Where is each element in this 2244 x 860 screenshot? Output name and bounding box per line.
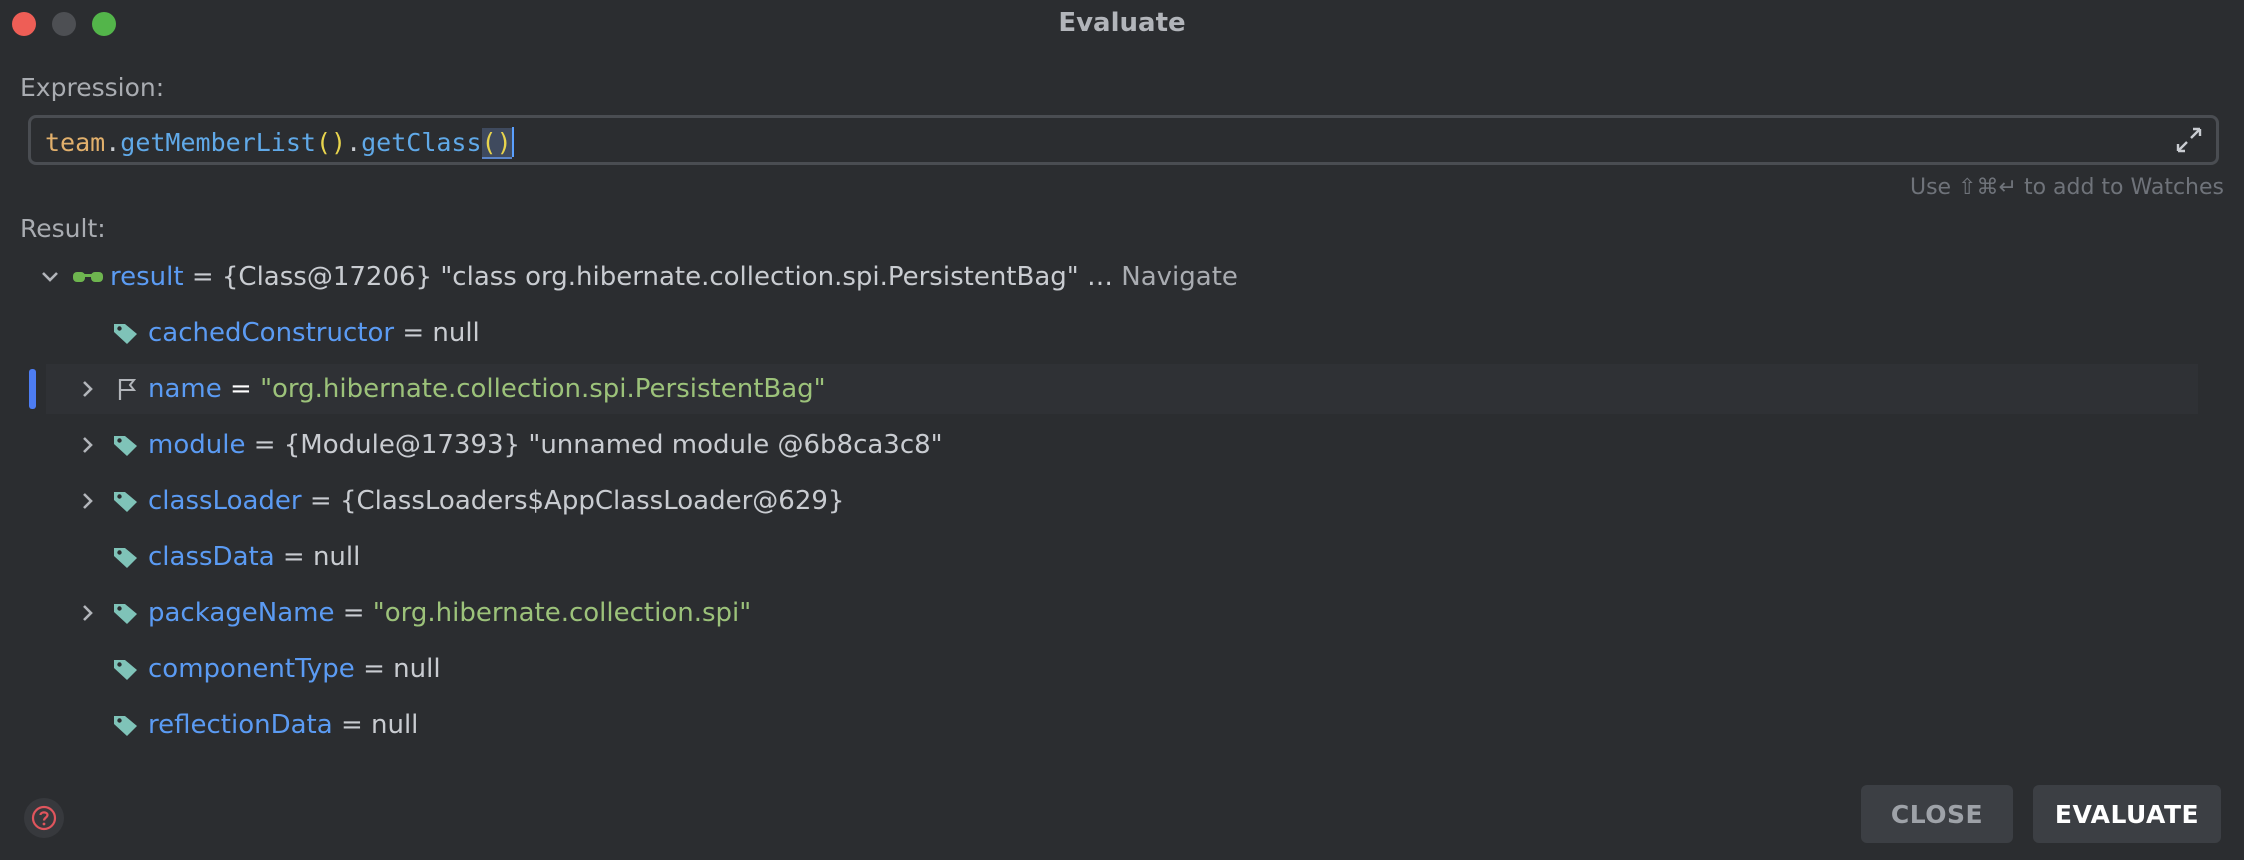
field-value: null (371, 710, 419, 740)
field-value: "org.hibernate.collection.spi" (372, 598, 752, 628)
tag-icon (114, 660, 137, 680)
flag-icon (118, 379, 137, 400)
equals-sign: = (363, 654, 385, 684)
tree-row-text: packageName = "org.hibernate.collection.… (148, 588, 751, 638)
evaluate-button[interactable]: EVALUATE (2033, 785, 2221, 843)
close-button[interactable]: CLOSE (1861, 785, 2013, 843)
equals-sign: = (253, 430, 276, 460)
expression-input[interactable]: team.getMemberList().getClass() (28, 115, 2219, 165)
equals-sign: = (340, 710, 363, 740)
tag-icon (114, 436, 137, 456)
field-value: "org.hibernate.collection.spi.Persistent… (260, 374, 826, 404)
tag-icon (114, 324, 137, 344)
tag-icon (114, 716, 137, 736)
expression-token-dot: . (346, 128, 362, 157)
field-name: name (148, 374, 222, 404)
expression-label: Expression: (20, 73, 165, 102)
equals-sign: = (402, 318, 425, 348)
add-to-watches-hint: Use ⇧⌘↵ to add to Watches (1909, 175, 2224, 200)
equals-sign: = (230, 374, 252, 404)
title-bar: Evaluate (0, 0, 2244, 46)
tree-row-reflectionData[interactable]: reflectionData = null (0, 700, 2200, 750)
tree-row-text: module = {Module@17393} "unnamed module … (148, 420, 943, 470)
field-value: null (393, 654, 441, 684)
field-name: componentType (148, 654, 355, 684)
tree-row-name[interactable]: name = "org.hibernate.collection.spi.Per… (46, 364, 2198, 414)
expression-token-parens-highlighted: () (481, 128, 512, 159)
chevron-right-icon[interactable] (76, 364, 100, 414)
field-name: reflectionData (148, 710, 333, 740)
field-name: module (148, 430, 246, 460)
expression-text[interactable]: team.getMemberList().getClass() (45, 127, 514, 159)
tree-row-result[interactable]: result = {Class@17206} "class org.hibern… (0, 252, 2200, 302)
help-button[interactable] (24, 798, 64, 838)
field-name: packageName (148, 598, 335, 628)
field-value: {Module@17393} "unnamed module @6b8ca3c8… (283, 430, 943, 460)
glasses-icon (73, 272, 103, 282)
tree-row-text: componentType = null (148, 644, 441, 694)
chevron-right-icon[interactable] (76, 420, 100, 470)
tree-row-module[interactable]: module = {Module@17393} "unnamed module … (0, 420, 2200, 470)
field-name: result (110, 262, 184, 292)
tree-row-text: name = "org.hibernate.collection.spi.Per… (148, 364, 826, 414)
expression-token-variable: team (45, 128, 106, 157)
expression-token-parens: () (315, 128, 347, 157)
window-title: Evaluate (1058, 8, 1186, 38)
expression-token-dot: . (105, 128, 121, 157)
chevron-right-icon[interactable] (76, 588, 100, 638)
tag-icon (114, 604, 137, 624)
tag-icon (114, 548, 137, 568)
tree-row-classData[interactable]: classData = null (0, 532, 2200, 582)
chevron-down-icon[interactable] (38, 252, 62, 302)
expression-token-method: getMemberList (120, 128, 316, 157)
tree-row-text: classLoader = {ClassLoaders$AppClassLoad… (148, 476, 844, 526)
field-name: classLoader (148, 486, 302, 516)
result-label: Result: (20, 214, 106, 243)
tree-row-text: reflectionData = null (148, 700, 418, 750)
field-value: {Class@17206} "class org.hibernate.colle… (221, 262, 1113, 292)
field-value: {ClassLoaders$AppClassLoader@629} (339, 486, 845, 516)
help-icon (31, 805, 57, 831)
navigate-link[interactable]: Navigate (1121, 262, 1238, 292)
tree-row-packageName[interactable]: packageName = "org.hibernate.collection.… (0, 588, 2200, 638)
tree-row-cachedConstructor[interactable]: cachedConstructor = null (0, 308, 2200, 358)
tree-row-classLoader[interactable]: classLoader = {ClassLoaders$AppClassLoad… (0, 476, 2200, 526)
tree-row-text: classData = null (148, 532, 360, 582)
chevron-right-icon[interactable] (76, 476, 100, 526)
field-name: cachedConstructor (148, 318, 395, 348)
expand-icon[interactable] (2174, 125, 2204, 155)
selection-indicator (29, 369, 36, 409)
field-value: null (432, 318, 480, 348)
tree-row-text: result = {Class@17206} "class org.hibern… (110, 252, 1238, 302)
field-name: classData (148, 542, 275, 572)
tree-row-componentType[interactable]: componentType = null (0, 644, 2200, 694)
tree-row-text: cachedConstructor = null (148, 308, 480, 358)
field-value: null (312, 542, 361, 572)
tag-icon (114, 492, 137, 512)
text-caret (511, 127, 514, 157)
equals-sign: = (282, 542, 305, 572)
equals-sign: = (309, 486, 332, 516)
equals-sign: = (191, 262, 214, 292)
expression-token-method: getClass (361, 128, 482, 157)
equals-sign: = (342, 598, 365, 628)
